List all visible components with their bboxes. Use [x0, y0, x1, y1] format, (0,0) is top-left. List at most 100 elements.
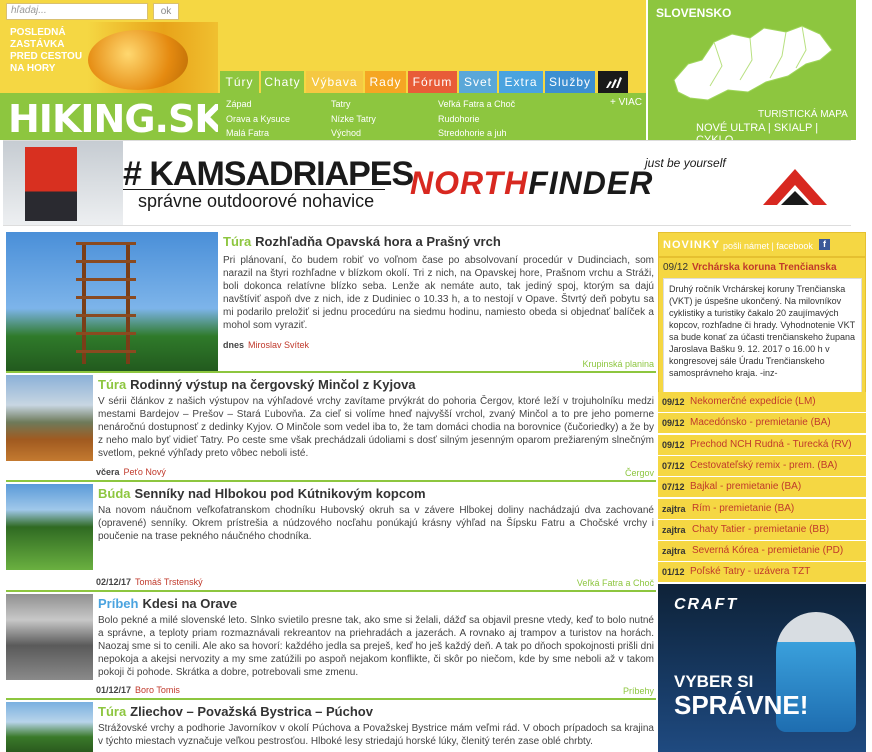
article-excerpt: Pri plánovaní, čo budem robiť vo voľnom … [223, 255, 654, 331]
nav-tab[interactable]: Chaty [261, 71, 304, 93]
news-date: 07/12 [662, 482, 685, 493]
article-category[interactable]: Túra [98, 704, 126, 719]
news-item[interactable]: zajtra Rím - premietanie (BA) [658, 498, 866, 520]
news-date: zajtra [662, 546, 686, 557]
logo-text: HIKING.SK [8, 97, 224, 141]
nav-tab[interactable]: Extra [499, 71, 543, 93]
ad-banner[interactable]: # KAMSADRIAPES správne outdoorové nohavi… [3, 140, 851, 226]
search-button[interactable]: ok [153, 3, 179, 20]
region-link[interactable]: Západ [226, 99, 252, 109]
site-logo[interactable]: HIKING.SK [0, 93, 224, 141]
news-title-link[interactable]: Poľské Tatry - uzávera TZT [690, 566, 810, 577]
article-heading[interactable]: Búda Senníky nad Hlbokou pod Kútnikovým k… [98, 486, 426, 501]
news-item[interactable]: zajtra Severná Kórea - premietanie (PD) [658, 541, 866, 563]
news-date: zajtra [662, 503, 686, 514]
article-region[interactable]: Čergov [625, 468, 654, 478]
article-region[interactable]: Krupinská planina [582, 359, 654, 369]
news-item[interactable]: zajtra Chaty Tatier - premietanie (BB) [658, 519, 866, 541]
region-link[interactable]: Stredohorie a juh [438, 128, 507, 138]
article-author[interactable]: Peťo Nový [124, 467, 166, 477]
region-menu: Západ Orava a Kysuce Malá Fatra Tatry Ní… [218, 93, 646, 140]
region-link[interactable]: Orava a Kysuce [226, 114, 290, 124]
adidas-logo[interactable] [598, 71, 628, 93]
news-date: 07/12 [662, 460, 685, 471]
region-link[interactable]: Veľká Fatra a Choč [438, 99, 515, 109]
article-title[interactable]: Zliechov – Považská Bystrica – Púchov [130, 704, 373, 719]
article-category[interactable]: Túra [223, 234, 251, 249]
article-author[interactable]: Boro Tomis [135, 685, 180, 695]
article-heading[interactable]: Túra Rodinný výstup na čergovský Minčol z… [98, 377, 416, 392]
article-item[interactable]: Búda Senníky nad Hlbokou pod Kútnikovým k… [6, 484, 656, 592]
article-thumbnail[interactable] [6, 484, 93, 570]
news-title-link[interactable]: Chaty Tatier - premietanie (BB) [692, 524, 829, 535]
article-meta: dnes Miroslav Svítek [223, 340, 309, 350]
news-title-link[interactable]: Macedónsko - premietanie (BA) [690, 417, 831, 428]
news-links[interactable]: pošli námet | facebook [723, 241, 813, 251]
article-item[interactable]: Túra Rodinný výstup na čergovský Minčol z… [6, 375, 656, 482]
news-title-link[interactable]: Nekomerčné expedície (LM) [690, 396, 816, 407]
news-title-link[interactable]: Bajkal - premietanie (BA) [690, 481, 801, 492]
map-title: SLOVENSKO [656, 6, 732, 20]
article-region[interactable]: Veľká Fatra a Choč [577, 578, 654, 588]
craft-ad[interactable]: CRAFT VYBER SI SPRÁVNE! [658, 584, 866, 752]
search-input[interactable]: hľadaj... [6, 3, 148, 20]
news-item[interactable]: 01/12 Poľské Tatry - uzávera TZT [658, 562, 866, 584]
article-date: včera [96, 467, 120, 477]
news-item[interactable]: 07/12 Cestovateľský remix - prem. (BA) [658, 455, 866, 477]
nav-tab[interactable]: Túry [220, 71, 259, 93]
article-item[interactable]: Túra Zliechov – Považská Bystrica – Púcho… [6, 702, 656, 752]
adidas-icon [606, 77, 622, 88]
article-heading[interactable]: Príbeh Kdesi na Orave [98, 596, 237, 611]
news-item[interactable]: 07/12 Bajkal - premietanie (BA) [658, 477, 866, 499]
nav-tab[interactable]: Rady [365, 71, 406, 93]
promo-line: POSLEDNÁ [10, 27, 66, 38]
article-title[interactable]: Senníky nad Hlbokou pod Kútnikovým kopco… [135, 486, 426, 501]
region-link[interactable]: Malá Fatra [226, 128, 269, 138]
article-heading[interactable]: Túra Rozhľadňa Opavská hora a Prašný vrch [223, 234, 501, 249]
article-thumbnail[interactable] [6, 702, 93, 752]
article-item[interactable]: Túra Rozhľadňa Opavská hora a Prašný vrch… [6, 232, 656, 373]
featured-headline[interactable]: 09/12 Vrchárska koruna Trenčianska [663, 262, 837, 273]
region-link[interactable]: Nízke Tatry [331, 114, 376, 124]
news-item[interactable]: 09/12 Macedónsko - premietanie (BA) [658, 413, 866, 435]
promo-text: POSLEDNÁ ZASTÁVKA PRED CESTOU NA HORY [10, 27, 100, 75]
article-category[interactable]: Príbeh [98, 596, 138, 611]
nav-tab[interactable]: Svet [459, 71, 497, 93]
sidebar: NOVINKY pošli námet | facebook f 09/12 Vr… [658, 232, 866, 752]
news-item[interactable]: 09/12 Prechod NCH Rudná - Turecká (RV) [658, 434, 866, 456]
article-author[interactable]: Miroslav Svítek [248, 340, 309, 350]
region-link[interactable]: Tatry [331, 99, 351, 109]
news-title-link[interactable]: Cestovateľský remix - prem. (BA) [690, 460, 837, 471]
region-link[interactable]: Východ [331, 128, 361, 138]
article-thumbnail[interactable] [6, 594, 93, 680]
facebook-icon[interactable]: f [819, 239, 830, 250]
promo-banner[interactable]: POSLEDNÁ ZASTÁVKA PRED CESTOU NA HORY [0, 22, 218, 93]
news-title-link[interactable]: Prechod NCH Rudná - Turecká (RV) [690, 439, 852, 450]
article-thumbnail[interactable] [6, 375, 93, 461]
news-title-link[interactable]: Rím - premietanie (BA) [692, 503, 794, 514]
news-title: NOVINKY [663, 239, 721, 251]
craft-ad-line1: VYBER SI [674, 672, 754, 691]
article-item[interactable]: Príbeh Kdesi na Orave Bolo pekné a milé sl… [6, 594, 656, 700]
region-link[interactable]: Rudohorie [438, 114, 480, 124]
article-title[interactable]: Kdesi na Orave [142, 596, 237, 611]
map-box[interactable]: SLOVENSKO TURISTICKÁ MAPA NOVÉ ULTRA | S… [648, 0, 856, 146]
news-item[interactable]: 09/12 Nekomerčné expedície (LM) [658, 392, 866, 413]
logo-suffix: .SK [154, 97, 224, 141]
article-heading[interactable]: Túra Zliechov – Považská Bystrica – Púcho… [98, 704, 373, 719]
article-category[interactable]: Búda [98, 486, 131, 501]
article-meta: 02/12/17 Tomáš Trstenský [96, 577, 203, 587]
news-date: 09/12 [662, 397, 685, 407]
article-thumbnail[interactable] [6, 232, 218, 371]
nav-tab[interactable]: Služby [545, 71, 595, 93]
nav-tab[interactable]: Fórum [408, 71, 457, 93]
article-category[interactable]: Túra [98, 377, 126, 392]
article-author[interactable]: Tomáš Trstenský [135, 577, 203, 587]
craft-logo: CRAFT [674, 596, 739, 613]
article-title[interactable]: Rozhľadňa Opavská hora a Prašný vrch [255, 234, 501, 249]
news-title-link[interactable]: Severná Kórea - premietanie (PD) [692, 545, 843, 556]
article-region[interactable]: Príbehy [623, 686, 654, 696]
article-title[interactable]: Rodinný výstup na čergovský Minčol z Kyj… [130, 377, 415, 392]
nav-tab[interactable]: Výbava [306, 71, 363, 93]
more-regions-link[interactable]: + VIAC [610, 97, 642, 108]
